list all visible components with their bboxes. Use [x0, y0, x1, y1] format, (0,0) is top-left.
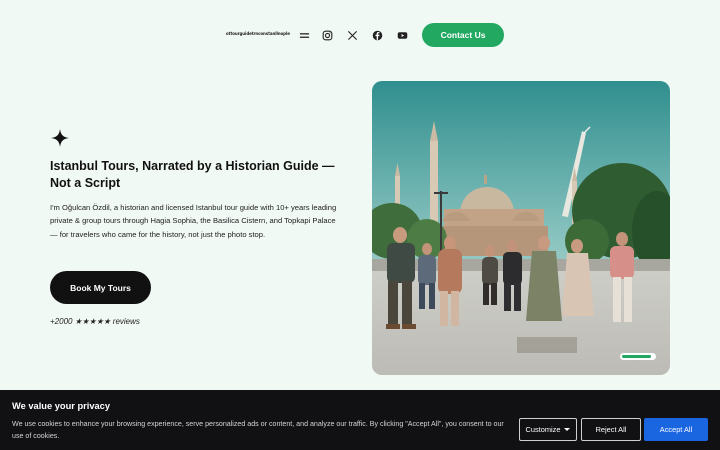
menu-icon[interactable]	[296, 27, 312, 43]
sparkle-icon	[51, 129, 69, 147]
customize-button[interactable]: Customize	[519, 418, 577, 441]
x-icon[interactable]	[344, 27, 360, 43]
contact-us-button[interactable]: Contact Us	[422, 23, 504, 47]
customize-button-label: Customize	[525, 425, 561, 434]
accept-all-button[interactable]: Accept All	[644, 418, 708, 441]
cookie-banner-text: We use cookies to enhance your browsing …	[12, 420, 504, 441]
site-logo[interactable]: ottourguidetrnconstanllnople	[226, 31, 290, 36]
hero-description: I'm Oğulcan Özdil, a historian and licen…	[50, 203, 337, 239]
slider-progress-bar	[620, 353, 656, 360]
book-tours-button[interactable]: Book My Tours	[50, 271, 151, 304]
reject-all-button[interactable]: Reject All	[581, 418, 641, 441]
slider-progress-fill	[622, 355, 651, 358]
site-header: ottourguidetrnconstanllnople Contact Us	[0, 0, 720, 70]
facebook-icon[interactable]	[369, 27, 385, 43]
cookie-banner-title: We value your privacy	[12, 401, 111, 411]
hero-title: Istanbul Tours, Narrated by a Historian …	[50, 159, 335, 190]
youtube-icon[interactable]	[394, 27, 410, 43]
hagia-sophia-tour-image	[372, 81, 670, 375]
instagram-icon[interactable]	[319, 27, 335, 43]
caret-down-icon	[564, 428, 571, 431]
hero-photo	[372, 81, 670, 375]
reviews-count: +2000 ★★★★★ reviews	[50, 317, 140, 326]
